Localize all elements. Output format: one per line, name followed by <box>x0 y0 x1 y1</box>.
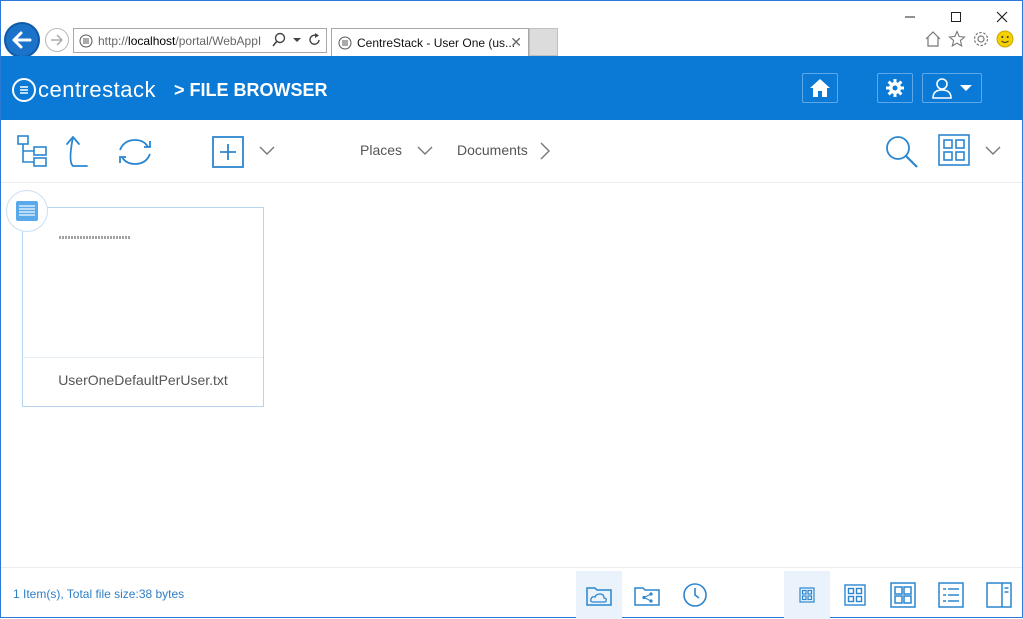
arrow-left-icon <box>12 31 32 49</box>
recent-files-button[interactable] <box>672 571 718 619</box>
medium-grid-icon <box>844 584 866 606</box>
settings-gear-icon[interactable] <box>972 30 990 48</box>
status-bar: 1 Item(s), Total file size:38 bytes <box>1 567 1022 619</box>
shared-files-button[interactable] <box>624 571 670 619</box>
preview-text-line <box>59 236 131 239</box>
large-grid-icon <box>890 582 916 608</box>
home-icon[interactable] <box>924 30 942 48</box>
close-tab-icon[interactable]: ✕ <box>510 34 522 51</box>
documents-breadcrumb[interactable]: Documents <box>457 142 528 158</box>
settings-button[interactable] <box>877 73 913 103</box>
places-chevron-down-icon[interactable] <box>416 144 434 158</box>
smiley-feedback-icon[interactable] <box>996 30 1014 48</box>
cloud-folder-icon <box>586 587 612 606</box>
user-menu-button[interactable] <box>922 73 982 103</box>
view-chevron-down-icon[interactable] <box>984 144 1002 158</box>
forward-button[interactable] <box>45 28 69 52</box>
file-tile[interactable]: UserOneDefaultPerUser.txt <box>22 207 264 407</box>
view-large-tiles-button[interactable] <box>880 571 926 619</box>
home-button[interactable] <box>802 73 838 103</box>
search-icon[interactable] <box>884 134 920 170</box>
file-toolbar: Places Documents <box>1 120 1022 183</box>
places-menu[interactable]: Places <box>360 142 402 158</box>
address-bar[interactable]: http://localhost/portal/WebAppI <box>73 28 327 53</box>
minimize-button[interactable] <box>887 6 933 28</box>
add-menu-chevron-icon[interactable] <box>258 144 276 158</box>
logo-menu-icon <box>12 78 36 102</box>
refresh-icon[interactable] <box>308 32 322 48</box>
view-grid-icon[interactable] <box>938 134 972 168</box>
file-preview[interactable] <box>23 208 263 358</box>
tab-title: CentreStack - User One (us... <box>357 36 516 50</box>
status-summary: 1 Item(s), Total file size:38 bytes <box>13 587 185 601</box>
app-header: centrestack > FILE BROWSER <box>1 56 1022 120</box>
browser-toolbar-icons <box>924 30 1014 48</box>
view-medium-tiles-button[interactable] <box>832 571 878 619</box>
window-controls <box>887 6 1023 28</box>
address-url[interactable]: http://localhost/portal/WebAppI <box>98 34 273 48</box>
file-name[interactable]: UserOneDefaultPerUser.txt <box>23 372 263 388</box>
share-folder-icon <box>634 587 660 606</box>
home-icon <box>810 79 830 97</box>
close-window-button[interactable] <box>979 6 1023 28</box>
chevron-right-icon <box>540 142 550 160</box>
favorites-star-icon[interactable] <box>948 30 966 48</box>
view-preview-pane-button[interactable] <box>976 571 1022 619</box>
small-grid-icon <box>799 587 815 603</box>
caret-down-icon <box>960 85 972 91</box>
up-level-icon[interactable] <box>63 134 91 168</box>
browser-chrome: http://localhost/portal/WebAppI CentreSt… <box>1 1 1023 58</box>
brand-name: centrestack <box>38 77 156 102</box>
browser-tab[interactable]: CentreStack - User One (us... ✕ <box>331 28 529 56</box>
refresh-sync-icon[interactable] <box>114 136 156 168</box>
breadcrumb: > FILE BROWSER <box>174 80 328 100</box>
file-type-badge <box>6 190 48 232</box>
browser-window: http://localhost/portal/WebAppI CentreSt… <box>0 0 1023 619</box>
brand-logo[interactable]: centrestack <box>12 77 156 103</box>
add-new-icon[interactable] <box>212 136 246 168</box>
preview-pane-icon <box>986 582 1012 608</box>
folder-tree-icon[interactable] <box>16 134 48 168</box>
new-tab-button[interactable] <box>529 28 558 56</box>
clock-icon <box>683 583 707 607</box>
view-list-button[interactable] <box>928 571 974 619</box>
arrow-right-icon <box>51 34 63 46</box>
dropdown-arrow-icon[interactable] <box>292 32 302 48</box>
cloud-files-button[interactable] <box>576 571 622 619</box>
view-small-tiles-button[interactable] <box>784 571 830 619</box>
list-view-icon <box>938 582 964 608</box>
back-button[interactable] <box>4 22 40 58</box>
text-file-icon <box>16 201 38 221</box>
user-icon <box>932 78 952 99</box>
gear-icon <box>886 79 904 97</box>
maximize-button[interactable] <box>933 6 979 28</box>
file-browser-content: UserOneDefaultPerUser.txt <box>1 184 1022 567</box>
tab-favicon-icon <box>338 36 352 50</box>
page-icon <box>79 34 93 48</box>
search-icon[interactable] <box>272 32 286 48</box>
